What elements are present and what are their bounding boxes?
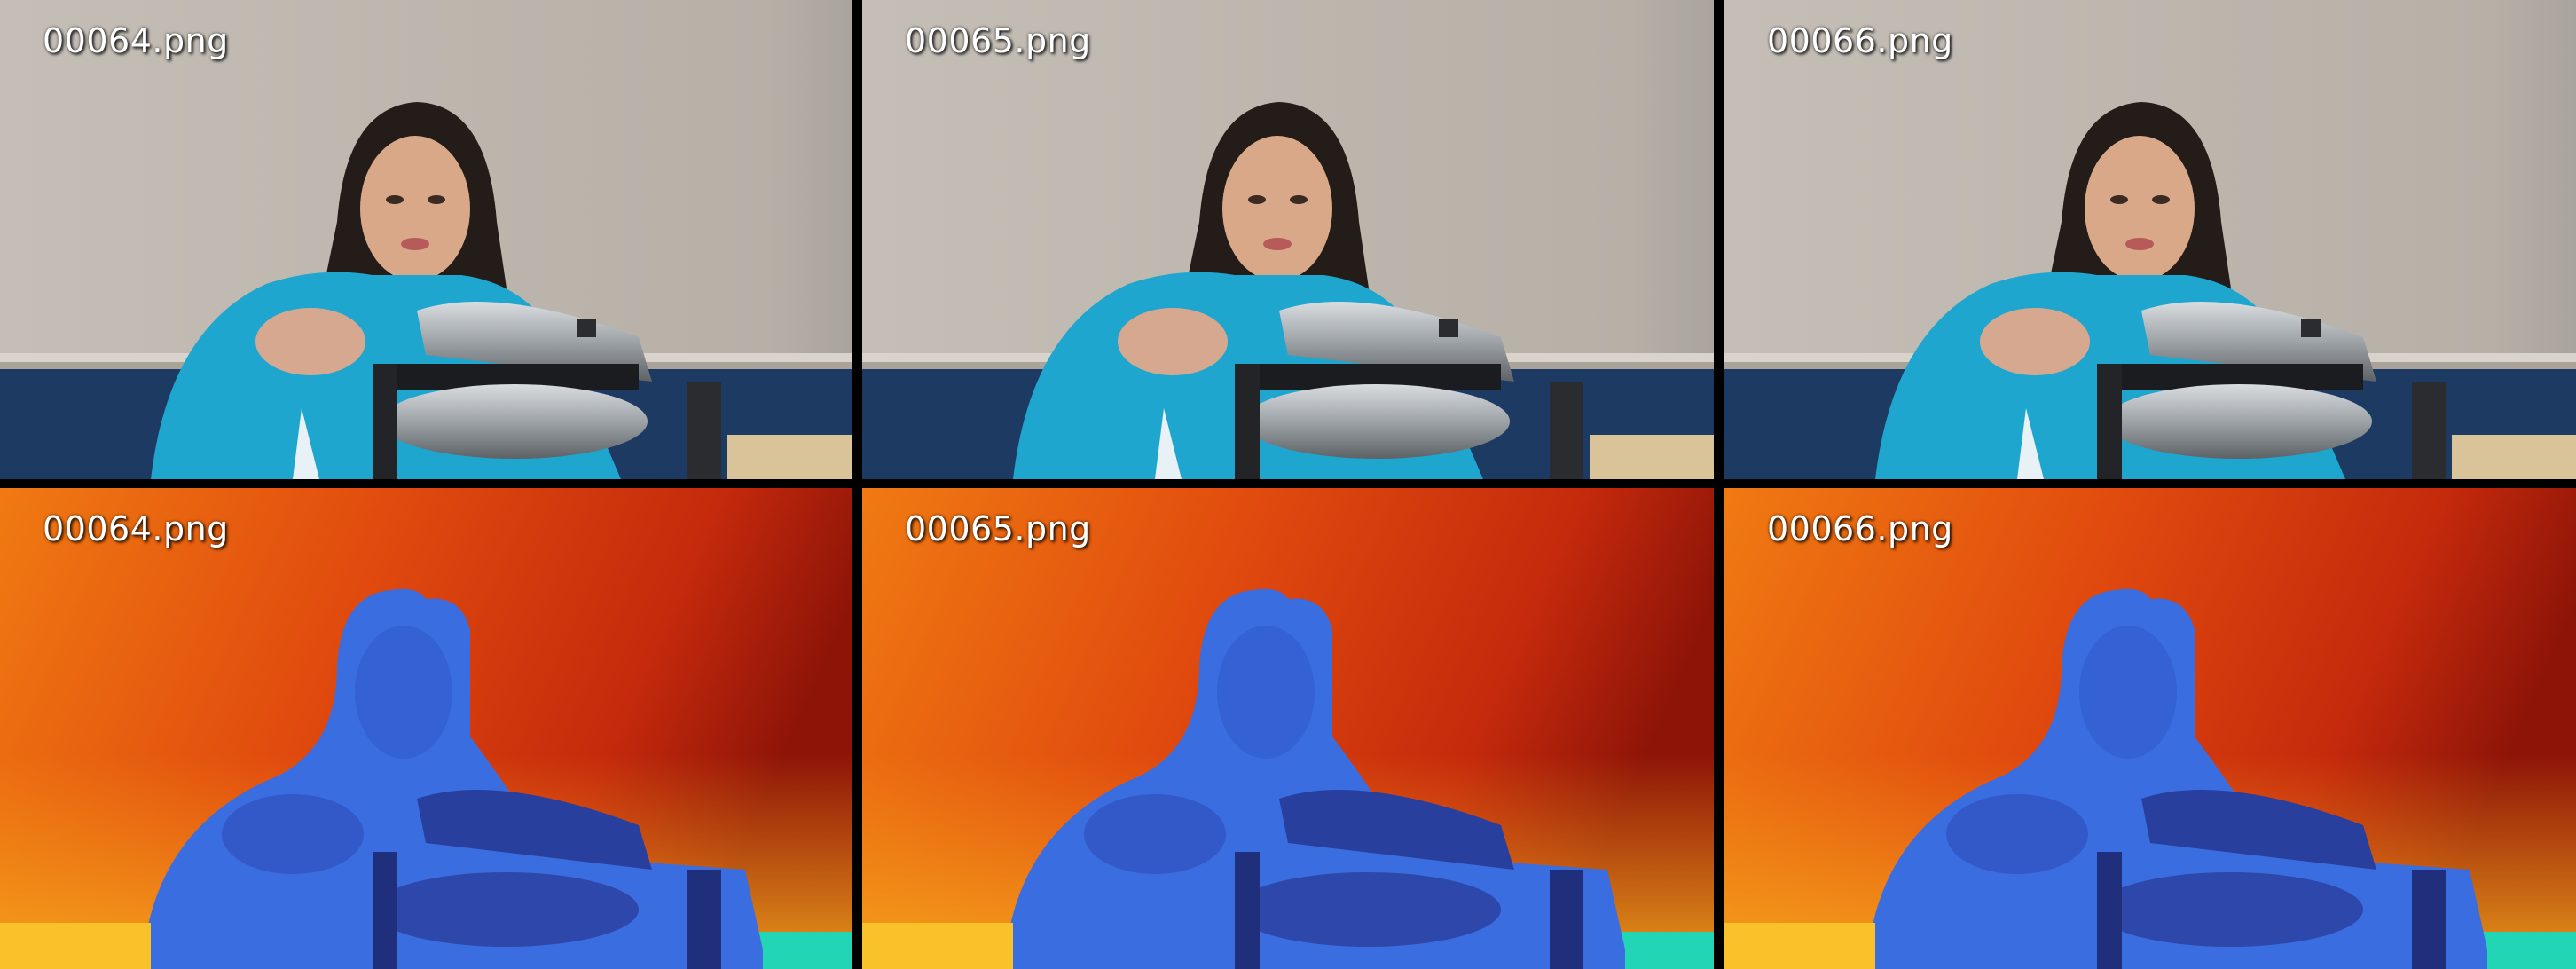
rgb-image-3 bbox=[1724, 0, 2576, 479]
depth-frame-3: 00066.png bbox=[1724, 488, 2576, 969]
rgb-frame-3: 00066.png bbox=[1724, 0, 2576, 479]
depth-label-1: 00064.png bbox=[43, 509, 229, 548]
depth-frame-1: 00064.png bbox=[0, 488, 852, 969]
depth-image-2 bbox=[862, 488, 1714, 969]
rgb-image-2 bbox=[862, 0, 1714, 479]
frame-label-3: 00066.png bbox=[1767, 21, 1953, 60]
frame-label-1: 00064.png bbox=[43, 21, 229, 60]
depth-label-2: 00065.png bbox=[905, 509, 1091, 548]
depth-image-3 bbox=[1724, 488, 2576, 969]
rgb-image-1 bbox=[0, 0, 852, 479]
depth-label-3: 00066.png bbox=[1767, 509, 1953, 548]
rgb-frame-1: 00064.png bbox=[0, 0, 852, 479]
depth-frame-2: 00065.png bbox=[862, 488, 1714, 969]
depth-image-1 bbox=[0, 488, 852, 969]
frame-label-2: 00065.png bbox=[905, 21, 1091, 60]
rgb-frame-2: 00065.png bbox=[862, 0, 1714, 479]
